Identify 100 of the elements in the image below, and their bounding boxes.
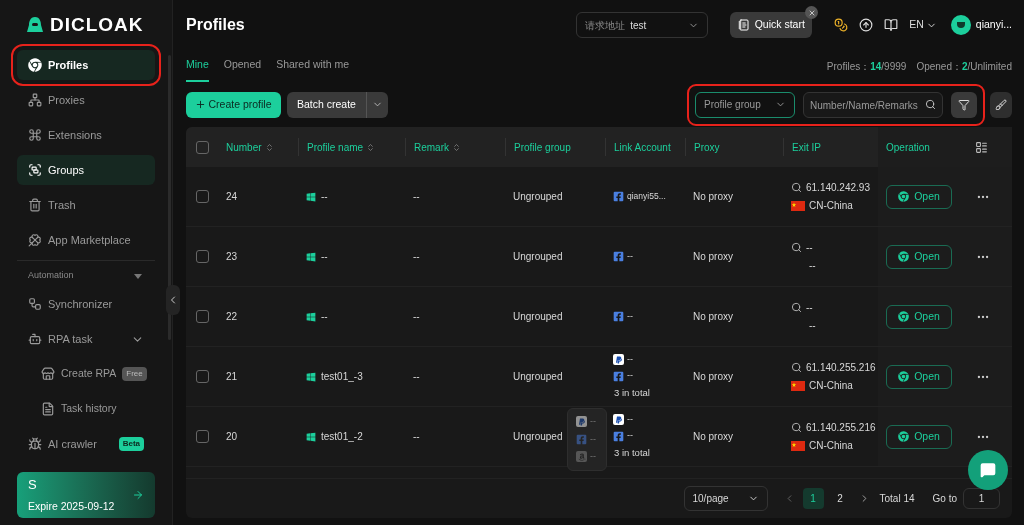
windows-icon [306, 431, 316, 442]
sort-icon[interactable] [264, 142, 274, 152]
logo-icon [26, 16, 44, 34]
caret-icon[interactable] [134, 273, 142, 279]
table-cell-text: Ungrouped [513, 250, 563, 264]
sidebar-item[interactable]: Trash [17, 190, 155, 220]
open-button[interactable]: Open [886, 244, 952, 269]
checkbox[interactable] [196, 310, 209, 323]
facebook-icon [613, 191, 624, 202]
windows-icon [306, 311, 316, 322]
sort-icon[interactable] [452, 142, 461, 152]
filter-button[interactable] [951, 91, 977, 118]
badge: Beta [118, 437, 144, 451]
workflow-icon [28, 297, 42, 311]
columns-icon[interactable] [975, 140, 988, 154]
facebook-icon [613, 430, 624, 442]
user-name[interactable]: qianyi... [975, 17, 1012, 33]
section-label: Automation [28, 269, 74, 283]
table-cell-text: -- [413, 310, 420, 324]
amazon-icon [576, 451, 587, 463]
column-header: Link Account [614, 140, 671, 155]
collapse-handle[interactable] [166, 285, 180, 315]
quick-start-button[interactable]: Quick start [730, 12, 813, 38]
sidebar-item[interactable]: Groups [17, 155, 155, 185]
clean-button[interactable] [990, 91, 1012, 118]
sidebar-subitem[interactable]: Task history [17, 394, 155, 424]
trash-icon [28, 198, 42, 212]
facebook-icon [613, 251, 624, 262]
ip-address: -- [806, 301, 813, 315]
magnifier-icon[interactable] [791, 242, 802, 253]
account-name: -- [590, 450, 596, 463]
arrow-icon [132, 489, 144, 501]
page-size-select[interactable]: 10/page [683, 486, 768, 511]
magnifier-icon[interactable] [791, 362, 802, 373]
sort-icon[interactable] [366, 142, 376, 152]
table-cell-text: -- [413, 430, 420, 444]
groups-icon [28, 163, 42, 177]
magnifier-icon[interactable] [791, 182, 802, 193]
language-select[interactable]: EN [909, 17, 937, 33]
search-icon [925, 98, 936, 110]
plan-card[interactable]: S Expire 2025-09-12 [17, 472, 155, 518]
magnifier-icon[interactable] [791, 302, 802, 313]
sidebar-item[interactable]: App Marketplace [17, 225, 155, 255]
checkbox[interactable] [196, 430, 209, 443]
chrome-icon [898, 311, 910, 322]
search-field[interactable]: Number/Name/Remarks [803, 92, 943, 118]
account-name: -- [590, 415, 596, 428]
windows-icon [306, 191, 316, 202]
table-cell-text: Ungrouped [513, 370, 563, 384]
account-name: qianyi55... [627, 190, 666, 203]
column-header[interactable]: Profile name [307, 139, 376, 155]
sidebar-item[interactable]: AI crawler Beta [17, 429, 155, 459]
checkbox[interactable] [196, 190, 209, 203]
table-cell-text: -- [321, 190, 328, 204]
table-cell-text: test01_-2 [321, 430, 363, 444]
create-profile-button[interactable]: Create profile [186, 91, 281, 118]
table-cell-text: No proxy [693, 310, 733, 324]
sidebar-item[interactable]: Proxies [17, 85, 155, 115]
magnifier-icon[interactable] [791, 422, 802, 433]
accounts-total[interactable]: 3 in total [613, 385, 685, 401]
page-button[interactable]: 2 [829, 488, 851, 509]
sidebar-item[interactable]: RPA task [17, 324, 155, 354]
tab[interactable]: Mine [186, 50, 209, 82]
tab[interactable]: Opened [223, 50, 262, 82]
ip-address: 61.140.242.93 [806, 181, 870, 195]
table-cell-text: 20 [226, 430, 238, 444]
open-button[interactable]: Open [886, 424, 952, 449]
table-cell-text: test01_-3 [321, 370, 363, 384]
coins-icon[interactable] [834, 18, 849, 32]
table-cell-text: Ungrouped [513, 430, 563, 444]
chrome-icon [898, 191, 910, 202]
profile-group-select[interactable]: Profile group [695, 91, 795, 118]
account-name: -- [627, 249, 633, 263]
sidebar-item[interactable]: Extensions [17, 120, 155, 150]
facebook-icon [576, 433, 587, 445]
profiles-count: Profiles：14/9999 [826, 59, 907, 74]
accounts-total[interactable]: 3 in total [613, 445, 685, 461]
opened-count: Opened：2/Unlimited [916, 59, 1012, 74]
avatar[interactable] [950, 15, 971, 35]
upload-icon[interactable] [859, 18, 874, 32]
open-button[interactable]: Open [886, 364, 952, 389]
book-icon[interactable] [884, 18, 899, 32]
windows-icon [306, 371, 316, 382]
tab[interactable]: Shared with me [276, 50, 350, 82]
paypal-icon [576, 416, 587, 428]
account-name: -- [627, 429, 633, 443]
open-button[interactable]: Open [886, 304, 952, 329]
column-header[interactable]: Remark [414, 139, 461, 155]
checkbox[interactable] [196, 140, 209, 154]
page-button[interactable]: 1 [802, 488, 824, 509]
table-cell-text: -- [321, 310, 328, 324]
address-select[interactable]: 请求地址 test [576, 12, 709, 38]
sidebar-subitem[interactable]: Create RPA Free [17, 359, 155, 389]
checkbox[interactable] [196, 370, 209, 383]
column-header[interactable]: Number [226, 139, 274, 155]
paypal-icon [613, 354, 624, 366]
table-cell-text: No proxy [693, 370, 733, 384]
sidebar-item[interactable]: Synchronizer [17, 289, 155, 319]
checkbox[interactable] [196, 250, 209, 263]
open-button[interactable]: Open [886, 184, 952, 209]
